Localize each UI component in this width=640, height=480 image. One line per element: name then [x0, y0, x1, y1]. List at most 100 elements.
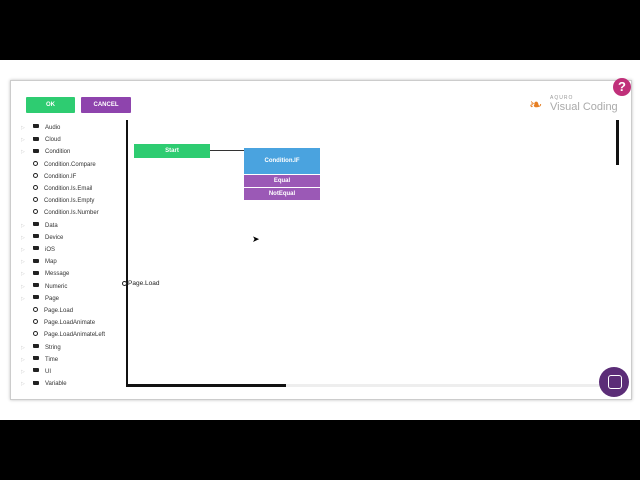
expand-toggle-icon[interactable]: ▷	[21, 366, 33, 378]
tree-folder-item[interactable]: ▷ iOS	[21, 244, 55, 256]
connector-line	[210, 150, 244, 151]
expand-toggle-icon[interactable]: ▷	[21, 232, 33, 244]
condition-if-block[interactable]: Condition.IF	[244, 148, 320, 174]
feather-icon: ❧	[529, 97, 543, 114]
tree-folder-item[interactable]: ▷ Device	[21, 232, 63, 244]
chat-bubble-icon	[608, 375, 622, 389]
tree-folder-item[interactable]: ▷ Data	[21, 220, 58, 232]
tree-item-label: iOS	[45, 247, 56, 253]
gear-icon	[33, 197, 38, 203]
expand-toggle-icon[interactable]: ▷	[21, 293, 33, 305]
mouse-cursor-icon: ➤	[252, 234, 260, 244]
chat-icon[interactable]	[599, 367, 629, 397]
tree-item-label: Condition.Compare	[44, 161, 96, 168]
horizontal-scroll-track[interactable]	[286, 384, 616, 387]
tree-folder-item[interactable]: ▷ Audio	[21, 122, 60, 134]
folder-icon	[33, 222, 39, 227]
expand-toggle-icon[interactable]: ▷	[21, 122, 33, 134]
tree-item-label: Condition.Is.Email	[44, 186, 93, 192]
tree-item-label: Condition	[45, 149, 71, 156]
tree-folder-item[interactable]: ▷ Page	[21, 293, 59, 305]
horizontal-scrollbar[interactable]	[126, 384, 286, 387]
tree-folder-item[interactable]: ▷ Cloud	[21, 134, 61, 146]
tree-item-label: Page	[45, 295, 60, 302]
folder-icon	[33, 270, 39, 275]
canvas-border	[126, 120, 128, 386]
gear-icon	[33, 319, 38, 325]
tree-item-label: Message	[45, 271, 70, 278]
cancel-button[interactable]: CANCEL	[81, 97, 131, 113]
folder-icon	[33, 148, 39, 153]
gear-icon	[33, 331, 38, 337]
folder-icon	[33, 368, 39, 373]
expand-toggle-icon[interactable]: ▷	[21, 378, 33, 390]
tree-item-label: Page.LoadAnimateLeft	[44, 332, 106, 339]
tree-item-label: Page.LoadAnimate	[44, 320, 96, 327]
condition-option-notequal[interactable]: NotEqual	[244, 187, 320, 200]
tree-folder-item[interactable]: ▷ Numeric	[21, 281, 67, 293]
expand-toggle-icon[interactable]: ▷	[21, 244, 33, 256]
tree-folder-item[interactable]: ▷ Map	[21, 256, 57, 268]
tree-leaf-item[interactable]: Page.LoadAnimate	[33, 317, 95, 329]
condition-option-equal[interactable]: Equal	[244, 174, 320, 187]
folder-icon	[33, 380, 39, 385]
tree-folder-item[interactable]: ▷ UI	[21, 366, 51, 378]
folder-icon	[33, 295, 39, 300]
expand-toggle-icon[interactable]: ▷	[21, 281, 33, 293]
tree-leaf-item[interactable]: Page.LoadAnimateLeft	[33, 329, 105, 341]
expand-toggle-icon[interactable]: ▷	[21, 268, 33, 280]
tree-item-label: Device	[45, 234, 64, 241]
folder-icon	[33, 124, 39, 129]
tree-leaf-item[interactable]: Condition.Is.Empty	[33, 195, 94, 207]
folder-icon	[33, 234, 39, 239]
expand-toggle-icon[interactable]: ▷	[21, 342, 33, 354]
folder-icon	[33, 283, 39, 288]
tree-leaf-item[interactable]: Condition.Compare	[33, 159, 96, 171]
gear-icon	[33, 209, 38, 215]
tree-item-label: Condition.Is.Empty	[44, 198, 95, 205]
expand-toggle-icon[interactable]: ▷	[21, 256, 33, 268]
tree-item-label: Audio	[45, 125, 61, 131]
tree-leaf-item[interactable]: Condition.IF	[33, 171, 76, 183]
tree-folder-item[interactable]: ▷ String	[21, 342, 61, 354]
component-tree: ▷ Audio ▷ Cloud ▷ Condition Condition.Compare C…	[21, 122, 127, 392]
gear-icon	[33, 160, 38, 166]
tree-folder-item[interactable]: ▷ Condition	[21, 146, 70, 158]
ok-button[interactable]: OK	[26, 97, 75, 113]
expand-toggle-icon[interactable]: ▷	[21, 354, 33, 366]
folder-icon	[33, 356, 39, 361]
tree-item-label: Numeric	[45, 283, 68, 290]
tree-item-label: String	[45, 344, 61, 351]
tree-item-label: Condition.Is.Number	[44, 210, 99, 217]
folder-icon	[33, 136, 39, 141]
folder-icon	[33, 258, 39, 263]
expand-toggle-icon[interactable]: ▷	[21, 220, 33, 232]
vertical-scrollbar[interactable]	[616, 120, 619, 165]
tree-folder-item[interactable]: ▷ Variable	[21, 378, 67, 390]
page-load-label: Page.Load	[128, 280, 160, 287]
tree-folder-item[interactable]: ▷ Time	[21, 354, 58, 366]
tree-item-label: Variable	[45, 381, 67, 388]
brand-logo: ❧ AQURO Visual Coding	[529, 93, 625, 115]
tree-item-label: Condition.IF	[44, 173, 77, 180]
node-port-icon[interactable]	[122, 280, 127, 286]
visual-coding-dialog: OK CANCEL ? ❧ AQURO Visual Coding ▷ Audio…	[10, 78, 632, 400]
brand-product: Visual Coding	[550, 101, 618, 113]
tree-leaf-item[interactable]: Page.Load	[33, 305, 73, 317]
start-block[interactable]: Start	[134, 144, 210, 158]
tree-item-label: Cloud	[45, 137, 61, 144]
tree-item-label: Time	[45, 356, 59, 363]
gear-icon	[33, 172, 38, 178]
tree-item-label: Data	[45, 222, 58, 229]
expand-toggle-icon[interactable]: ▷	[21, 146, 33, 158]
tree-folder-item[interactable]: ▷ Message	[21, 268, 69, 280]
page-load-node[interactable]: Page.Load	[122, 280, 159, 287]
folder-icon	[33, 344, 39, 349]
tree-leaf-item[interactable]: Condition.Is.Number	[33, 207, 99, 219]
tree-leaf-item[interactable]: Condition.Is.Email	[33, 183, 92, 195]
tree-item-label: Page.Load	[44, 308, 74, 314]
expand-toggle-icon[interactable]: ▷	[21, 134, 33, 146]
folder-icon	[33, 246, 39, 251]
gear-icon	[33, 184, 38, 190]
gear-icon	[33, 306, 38, 312]
